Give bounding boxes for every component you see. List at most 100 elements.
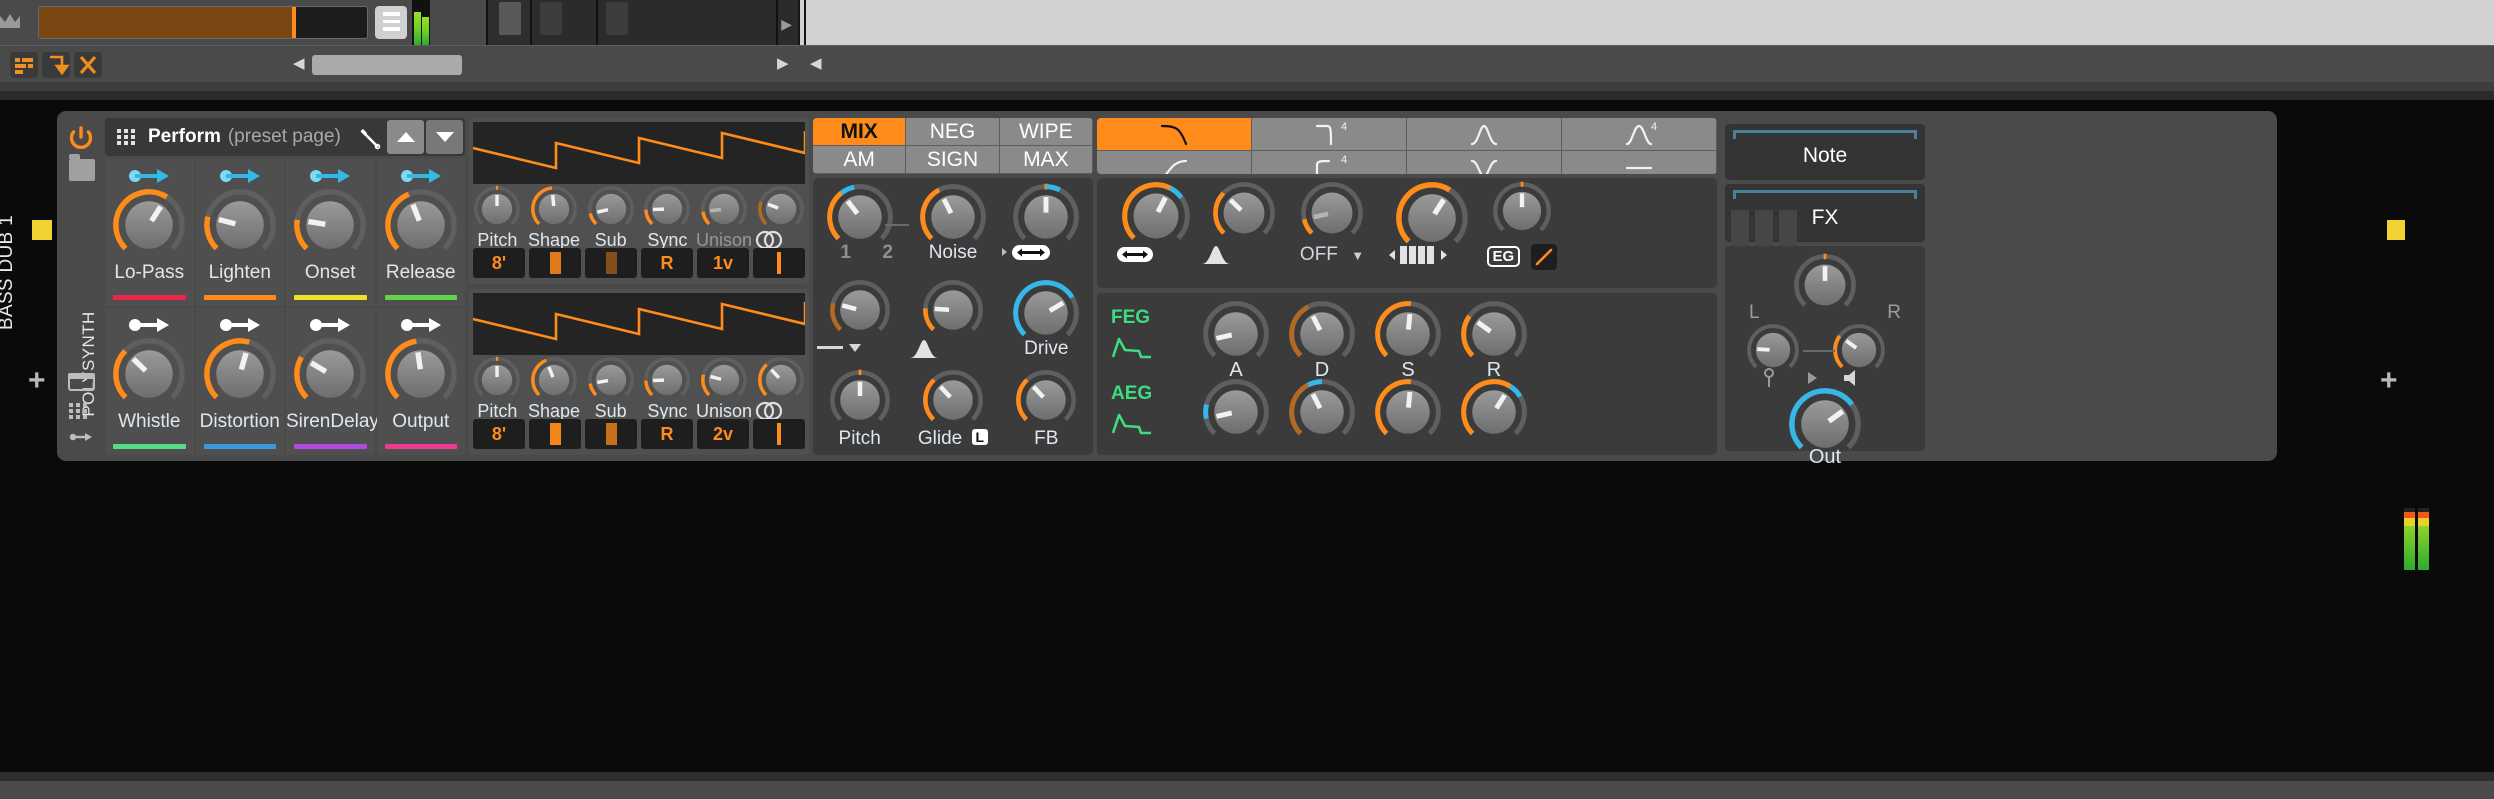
fx-slot[interactable]: FX [1725,184,1925,242]
oscillator-shape-knob[interactable] [531,357,577,403]
perform-macro-knob[interactable] [204,189,276,261]
osc-balance-knob[interactable] [827,184,893,250]
mixer-column[interactable] [486,0,530,45]
oscillator-value-field[interactable] [585,419,637,449]
pan-knob[interactable] [1013,184,1079,250]
adsr-aeg-s-knob[interactable] [1375,379,1441,445]
mix-mode-sign-button[interactable]: SIGN [906,146,999,174]
perform-macro-cell[interactable]: Lo-Pass [105,159,194,306]
perform-macro-cell[interactable]: Whistle [105,308,194,455]
oscillator-phase-icon-knob[interactable] [758,186,804,232]
filter-shape-bp4-curve[interactable]: 4 [1562,118,1717,151]
perform-macro-cell[interactable]: Distortion [196,308,285,455]
oscillator-value-field[interactable] [585,248,637,278]
oscillator-value-field[interactable]: 1v [697,248,749,278]
arrangement-canvas[interactable] [804,0,2494,45]
close-button[interactable] [74,52,102,78]
oscillator-value-field[interactable] [753,419,805,449]
modulation-route-icon[interactable] [309,168,351,184]
perform-macro-cell[interactable]: Onset [286,159,375,306]
filter-mod-knob[interactable] [1301,182,1363,244]
modulation-route-icon[interactable] [128,317,170,333]
adsr-aeg-a-knob[interactable] [1203,379,1269,445]
filter-shape-lp-soft-curve[interactable] [1097,151,1252,174]
oscillator-unison-knob[interactable] [701,186,747,232]
cutoff-knob[interactable] [1122,182,1190,250]
osc-level-knob[interactable] [830,280,890,340]
note-modulator-slot[interactable]: Note [1725,124,1925,180]
perform-macro-knob[interactable] [294,189,366,261]
preset-page-down-button[interactable] [426,120,463,154]
adsr-feg-d-knob[interactable] [1289,301,1355,367]
eg-badge[interactable]: EG [1487,246,1521,267]
eg-slope-button[interactable] [1531,244,1557,270]
mix-mode-max-button[interactable]: MAX [1000,146,1093,174]
mix-mode-am-button[interactable]: AM [813,146,906,174]
mixer-column[interactable] [596,0,776,45]
fold-down-button[interactable] [42,52,70,78]
perform-macro-cell[interactable]: Output [377,308,466,455]
drag-grip-icon[interactable] [117,129,139,145]
filter-shape-flat-curve[interactable] [1562,151,1717,174]
modulation-route-icon[interactable] [219,317,261,333]
window-icon[interactable] [68,373,95,391]
glide-legato-badge[interactable]: L [972,429,989,445]
oscillator-value-field[interactable]: R [641,248,693,278]
oscillator-shape-knob[interactable] [531,186,577,232]
adsr-aeg-d-knob[interactable] [1289,379,1355,445]
power-icon[interactable] [68,125,94,151]
glide-knob[interactable] [923,370,983,430]
noise-knob[interactable] [920,184,986,250]
pitch-knob[interactable] [830,370,890,430]
modulation-arrow-icon[interactable] [69,431,93,443]
perform-macro-cell[interactable]: SirenDelay [286,308,375,455]
oscillator-pitch-knob[interactable] [474,186,520,232]
adsr-aeg-r-knob[interactable] [1461,379,1527,445]
filter-shape-bp-curve[interactable] [1407,118,1562,151]
modulation-route-icon[interactable] [309,317,351,333]
filter-resonance-knob[interactable] [1213,182,1275,244]
oscillator-waveform-display[interactable] [473,122,805,184]
oscillator-sync-knob[interactable] [644,186,690,232]
mix-mode-neg-button[interactable]: NEG [906,118,999,146]
folder-icon[interactable] [69,159,95,181]
list-view-button[interactable] [10,52,38,78]
oscillator-value-field[interactable]: R [641,419,693,449]
stereo-pan-knob[interactable] [1794,254,1856,316]
oscillator-waveform-display[interactable] [473,293,805,355]
mixer-column[interactable]: ▶ [776,0,798,45]
resonance-knob[interactable] [923,280,983,340]
preset-page-up-button[interactable] [387,120,424,154]
feedback-knob[interactable] [1016,370,1076,430]
filter-off-dropdown[interactable]: OFF ▼ [1287,244,1377,266]
perform-macro-cell[interactable]: Lighten [196,159,285,306]
add-device-left-button[interactable]: + [28,366,46,396]
oscillator-sync-knob[interactable] [644,357,690,403]
modulation-route-icon[interactable] [219,168,261,184]
grid-icon[interactable] [69,403,93,419]
perform-macro-knob[interactable] [113,189,185,261]
oscillator-value-field[interactable] [529,248,581,278]
perform-macro-cell[interactable]: Release [377,159,466,306]
add-device-right-button[interactable]: + [2380,366,2398,396]
oscillator-value-field[interactable]: 2v [697,419,749,449]
mixer-column[interactable] [530,0,596,45]
perform-macro-knob[interactable] [385,189,457,261]
scroll-left-arrow[interactable]: ◀ [293,56,305,71]
mix-mode-wipe-button[interactable]: WIPE [1000,118,1093,146]
perform-macro-knob[interactable] [294,338,366,410]
adsr-feg-s-knob[interactable] [1375,301,1441,367]
perform-macro-knob[interactable] [204,338,276,410]
oscillator-phase-icon-knob[interactable] [758,357,804,403]
oscillator-sub-knob[interactable] [588,186,634,232]
filter-shape-notch-curve[interactable] [1407,151,1562,174]
oscillator-value-field[interactable] [529,419,581,449]
filter-shape-hp4-alt-curve[interactable]: 4 [1252,151,1407,174]
wrench-icon[interactable] [358,127,380,149]
modulation-route-icon[interactable] [400,317,442,333]
mix-mode-mix-button[interactable]: MIX [813,118,906,146]
horizontal-scrollbar[interactable] [312,55,462,75]
filter-shape-lp-curve[interactable] [1097,118,1252,151]
clip-slot[interactable] [38,6,368,39]
perform-macro-knob[interactable] [113,338,185,410]
